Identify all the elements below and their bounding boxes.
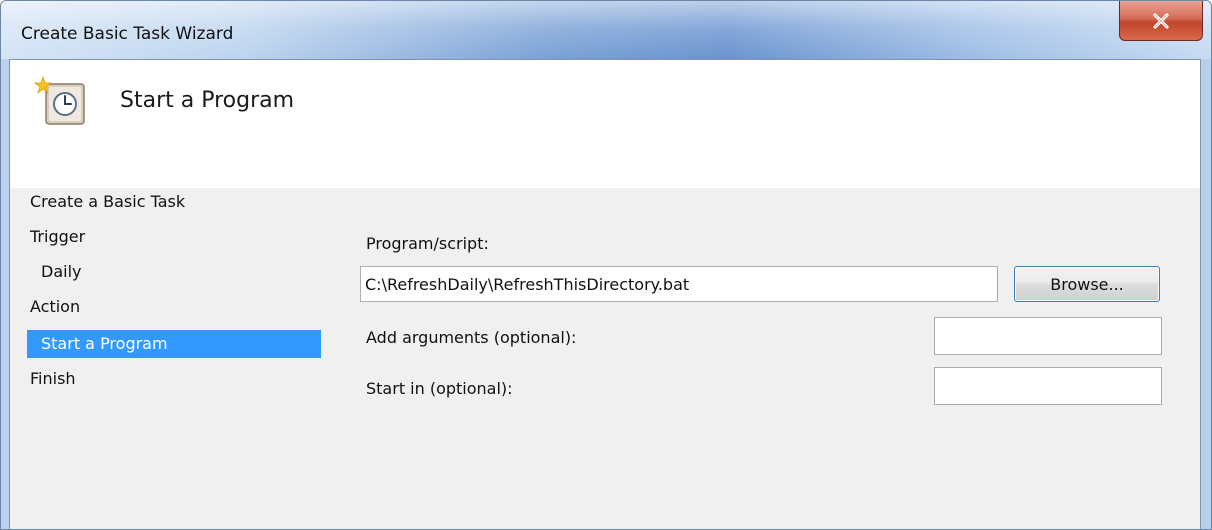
wizard-window: Create Basic Task Wizard Start a Program… [0,0,1212,530]
program-script-label: Program/script: [366,234,489,253]
close-icon [1153,12,1169,29]
wizard-content: Start a Program Create a Basic Task Trig… [9,59,1201,529]
title-bar[interactable]: Create Basic Task Wizard [1,1,1211,59]
wizard-header: Start a Program [10,60,1200,188]
step-create-basic-task[interactable]: Create a Basic Task [30,188,185,216]
program-script-input[interactable] [360,266,998,302]
window-title: Create Basic Task Wizard [21,24,234,44]
close-button[interactable] [1119,1,1203,41]
step-daily[interactable]: Daily [41,258,81,286]
scheduled-task-clock-icon [34,75,85,125]
add-arguments-label: Add arguments (optional): [366,328,577,347]
start-in-input[interactable] [934,367,1162,405]
step-start-a-program[interactable]: Start a Program [27,330,321,358]
page-title: Start a Program [120,88,295,113]
step-finish[interactable]: Finish [30,365,76,393]
step-trigger[interactable]: Trigger [30,223,85,251]
start-in-label: Start in (optional): [366,379,513,398]
wizard-steps: Create a Basic Task Trigger Daily Action… [10,188,330,529]
add-arguments-input[interactable] [934,317,1162,355]
browse-button[interactable]: Browse... [1014,266,1160,302]
step-action[interactable]: Action [30,293,80,321]
